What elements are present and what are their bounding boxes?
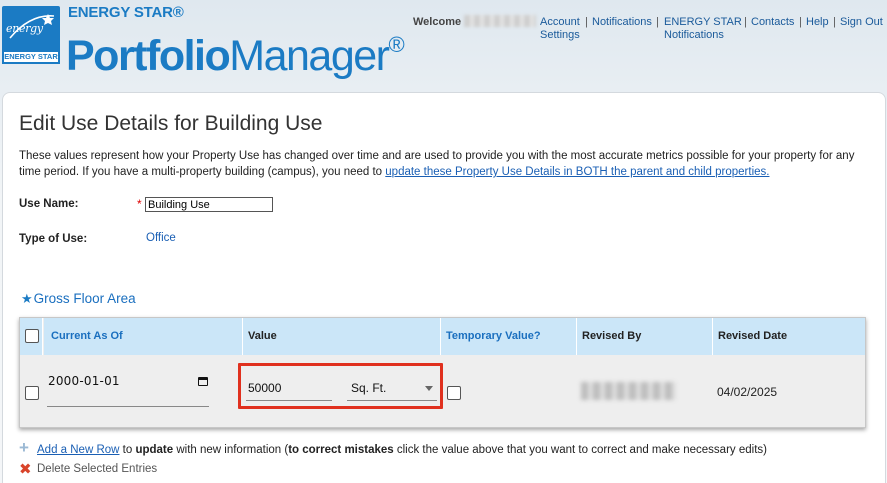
page-title: Edit Use Details for Building Use	[19, 112, 323, 135]
delete-x-icon: ✖	[19, 461, 32, 478]
row-select-checkbox[interactable]	[25, 386, 39, 400]
account-settings-link[interactable]: Account Settings	[540, 16, 580, 42]
type-of-use-label: Type of Use:	[19, 233, 88, 245]
nav-separator: |	[799, 16, 802, 28]
star-icon: ★	[21, 291, 33, 306]
es-notifications-line1: ENERGY STAR	[664, 16, 742, 28]
brand-portfolio-manager[interactable]: PortfolioManager®	[66, 18, 405, 83]
revised-date-value: 04/02/2025	[717, 385, 778, 399]
brand-registered: ®	[388, 32, 405, 57]
current-as-of-date-value: 2000-01-01	[48, 374, 120, 388]
required-marker: *	[137, 197, 142, 211]
gross-floor-area-heading: ★Gross Floor Area	[21, 291, 136, 307]
header-revised-by: Revised By	[577, 318, 713, 355]
sign-out-link[interactable]: Sign Out	[840, 16, 883, 29]
use-name-input[interactable]	[145, 197, 273, 212]
use-name-label: Use Name:	[19, 198, 79, 210]
intro-paragraph: These values represent how your Property…	[19, 148, 869, 180]
nav-separator: |	[585, 16, 588, 28]
add-row-instructions: + Add a New Row to update with new infor…	[19, 438, 767, 457]
header-current-as-of[interactable]: Current As Of	[44, 318, 243, 355]
add-text-2: with new information (	[173, 444, 289, 456]
energy-star-notifications-link[interactable]: ENERGY STAR Notifications	[664, 16, 742, 42]
revised-by-redacted	[581, 382, 676, 400]
value-highlight-box	[238, 363, 443, 409]
update-parent-child-link[interactable]: update these Property Use Details in BOT…	[385, 166, 769, 178]
add-text-3: click the value above that you want to c…	[393, 444, 767, 456]
welcome-text: Welcome	[413, 16, 462, 28]
notifications-link[interactable]: Notifications	[592, 16, 652, 29]
contacts-link[interactable]: Contacts	[751, 16, 794, 29]
site-header: energy ENERGY STAR ENERGY STAR ® Portfoli…	[0, 0, 887, 90]
nav-separator: |	[656, 16, 659, 28]
select-all-checkbox[interactable]	[25, 329, 39, 343]
username-redacted	[464, 15, 536, 27]
logo-script-text: energy	[6, 22, 43, 35]
plus-icon: +	[19, 438, 29, 457]
add-bold-1: update	[135, 444, 174, 456]
header-temporary-value[interactable]: Temporary Value?	[441, 318, 577, 355]
account-settings-line1: Account	[540, 16, 580, 28]
add-bold-2: to correct mistakes	[288, 444, 394, 456]
nav-separator: |	[744, 16, 747, 28]
gross-floor-area-title: Gross Floor Area	[33, 291, 136, 306]
type-of-use-value[interactable]: Office	[146, 232, 176, 244]
header-revised-date: Revised Date	[713, 318, 865, 355]
delete-selected-entries[interactable]: ✖ Delete Selected Entries	[19, 461, 158, 478]
add-text-1: to	[119, 444, 136, 456]
header-value: Value	[243, 318, 441, 355]
calendar-icon[interactable]	[198, 377, 208, 386]
add-new-row-link[interactable]: Add a New Row	[37, 444, 119, 456]
help-link[interactable]: Help	[806, 16, 829, 29]
temporary-value-checkbox[interactable]	[447, 386, 461, 400]
brand-main-bold: Portfolio	[66, 32, 231, 80]
delete-label: Delete Selected Entries	[37, 463, 158, 475]
nav-separator: |	[833, 16, 836, 28]
logo-bar-text: ENERGY STAR	[2, 50, 60, 64]
brand-main-regular: Manager	[229, 32, 390, 80]
energy-star-logo[interactable]: energy ENERGY STAR	[2, 6, 60, 64]
account-settings-line2: Settings	[540, 29, 580, 41]
es-notifications-line2: Notifications	[664, 29, 724, 41]
